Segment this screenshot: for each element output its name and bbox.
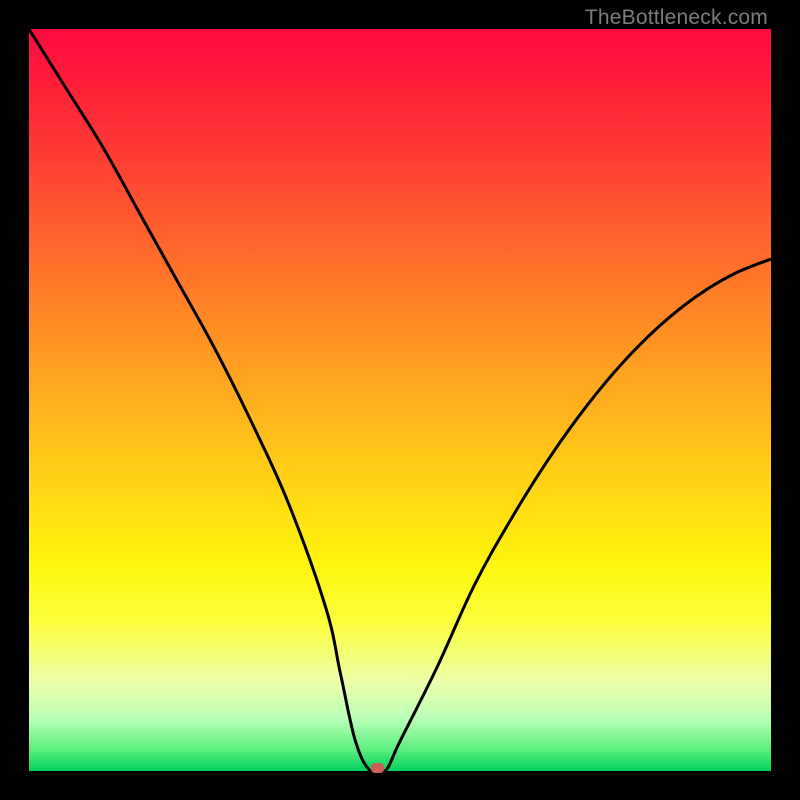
minimum-marker [371, 763, 384, 773]
chart-container: TheBottleneck.com [0, 0, 800, 800]
bottleneck-curve [29, 29, 771, 771]
watermark-text: TheBottleneck.com [585, 6, 768, 30]
